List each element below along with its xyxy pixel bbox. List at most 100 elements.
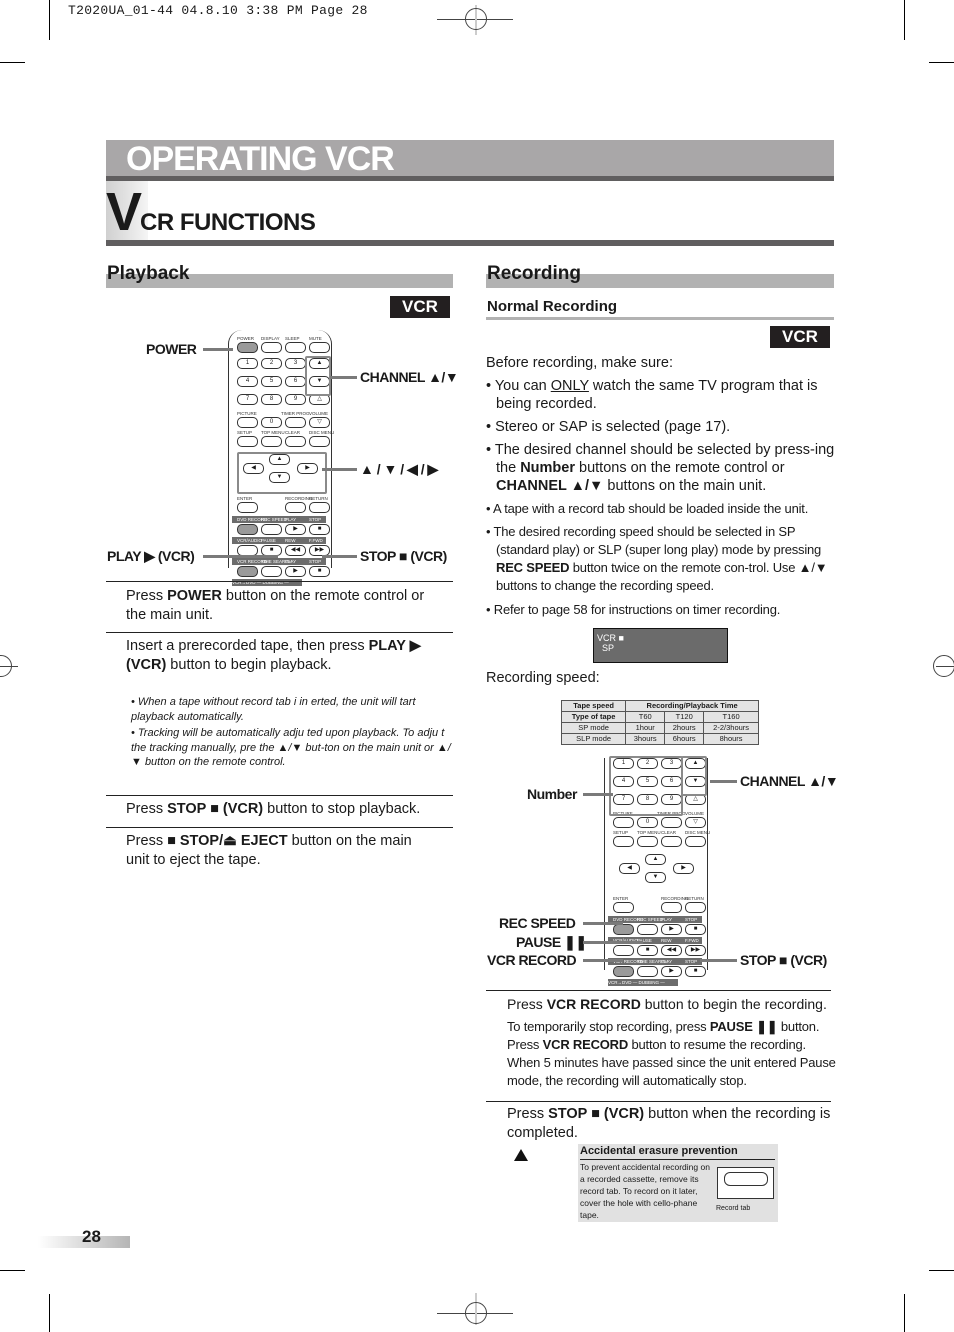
remote-label: MUTE <box>309 336 322 341</box>
leader-line <box>203 348 233 351</box>
remote-strip-label: VCR/AUDIO <box>237 538 263 543</box>
leader-line <box>322 468 357 471</box>
cassette-icon <box>717 1167 774 1199</box>
recording-bullet-4: • A tape with a record tab should be loa… <box>486 501 809 516</box>
leader-line <box>583 941 643 944</box>
crop-mark <box>904 0 905 40</box>
remote-button <box>309 342 330 353</box>
callout-number: Number <box>527 786 577 802</box>
record-tab-label: Record tab <box>716 1205 751 1212</box>
callout-channel: CHANNEL ▲/▼ <box>740 773 839 789</box>
callout-stop: STOP ■ (VCR) <box>360 548 447 564</box>
crop-mark <box>0 1270 25 1271</box>
leader-line <box>710 780 737 783</box>
crop-mark <box>49 0 50 40</box>
remote-label: DISC MENU <box>685 830 711 835</box>
remote-button <box>661 902 682 913</box>
remote-volume-down: ▽ <box>685 817 706 828</box>
registration-mark <box>933 655 954 677</box>
step-divider <box>106 827 453 828</box>
osd-line-2: SP <box>602 643 615 653</box>
remote-button: ■ <box>685 966 706 977</box>
remote-button <box>685 902 706 913</box>
pause-note: To temporarily stop recording, press PAU… <box>507 1019 836 1088</box>
callout-vcr-record: VCR RECORD <box>487 952 577 968</box>
remote-button <box>285 342 306 353</box>
section-title: CR FUNCTIONS <box>140 209 316 236</box>
section-rule <box>106 240 834 246</box>
remote-button <box>637 924 658 935</box>
subheading-rule <box>486 317 834 320</box>
leader-line <box>322 555 357 558</box>
table-tape: T120 <box>664 711 705 723</box>
caution-box: Accidental erasure prevention To prevent… <box>578 1144 778 1222</box>
crop-mark <box>904 1294 905 1332</box>
remote-button <box>637 966 658 977</box>
channel-highlight <box>681 756 707 796</box>
step-divider <box>486 1101 831 1102</box>
remote-label: SETUP <box>613 830 629 835</box>
remote-digit-button: 7 <box>237 394 258 405</box>
remote-label: VOLUME <box>685 811 705 816</box>
recording-bullet-6: • Refer to page 58 for instructions on t… <box>486 602 781 617</box>
vcr-badge: VCR <box>770 326 830 348</box>
remote-strip-label: STOP <box>309 517 322 522</box>
remote-down-button: ▼ <box>269 472 290 483</box>
remote-up-button: ▲ <box>645 854 666 865</box>
remote-button <box>261 436 282 447</box>
remote-strip-label: REW <box>661 938 672 943</box>
remote-strip-label: STOP <box>309 559 322 564</box>
leader-line <box>583 922 623 925</box>
remote-button: ■ <box>685 924 706 935</box>
callout-channel: CHANNEL ▲/▼ <box>360 369 459 385</box>
playback-step-2: Insert a prerecorded tape, then press PL… <box>126 638 421 673</box>
remote-label: RETURN <box>309 496 328 501</box>
leader-line <box>330 376 357 379</box>
crop-mark <box>929 1270 954 1271</box>
remote-label: SLEEP <box>285 336 300 341</box>
remote-button <box>613 902 634 913</box>
table-header-type: Type of tape <box>560 711 627 723</box>
channel-highlight <box>305 356 331 396</box>
callout-power: POWER <box>146 341 197 357</box>
remote-digit-button: 9 <box>285 394 306 405</box>
remote-strip-label: PLAY <box>661 959 673 964</box>
remote-strip-label: PLAY <box>285 517 297 522</box>
callout-arrows: ▲ / ▼ / ◀ / ▶ <box>360 461 438 477</box>
remote-button: ▶ <box>661 924 682 935</box>
number-highlight <box>609 756 683 816</box>
remote-strip: VCR→DVD — DUBBING — VCR←DVD <box>608 979 678 992</box>
remote-digit-button: 4 <box>237 376 258 387</box>
remote-button: ◀◀ <box>661 945 682 956</box>
remote-button <box>237 342 258 353</box>
remote-strip-label: REC SPEED <box>261 517 288 522</box>
cassette-window <box>724 1172 768 1186</box>
remote-left-button: ◀ <box>243 463 264 474</box>
recording-step-2: Press STOP ■ (VCR) button when the recor… <box>507 1106 831 1141</box>
remote-button: ▶ <box>285 524 306 535</box>
remote-volume-down: ▽ <box>309 417 330 428</box>
step-divider <box>106 632 453 633</box>
on-screen-display: VCR ■ SP <box>593 628 728 663</box>
caution-icon <box>514 1149 528 1161</box>
remote-button: ■ <box>637 945 658 956</box>
remote-button <box>613 924 634 935</box>
remote-button: ■ <box>309 524 330 535</box>
recording-heading: Recording <box>487 263 581 284</box>
recording-bullet-2: • Stereo or SAP is selected (page 17). <box>486 419 731 435</box>
step-divider <box>106 581 453 582</box>
remote-label: RETURN <box>685 896 704 901</box>
remote-label: CLEAR <box>285 430 301 435</box>
drop-cap: V <box>106 182 142 242</box>
remote-strip: DVD RECORD REC SPEED PLAY STOP <box>232 516 326 523</box>
remote-button <box>261 566 282 577</box>
table-header-time: Recording/Playback Time <box>625 700 759 712</box>
remote-strip-label: PLAY <box>661 917 673 922</box>
remote-digit-button: 8 <box>261 394 282 405</box>
remote-digit-button: 2 <box>261 358 282 369</box>
page-title-bar: OPERATING VCR <box>106 140 834 178</box>
remote-digit-button: 1 <box>237 358 258 369</box>
crop-mark <box>0 62 25 63</box>
osd-line-1: VCR ■ <box>597 633 624 643</box>
remote-digit-button: 5 <box>261 376 282 387</box>
